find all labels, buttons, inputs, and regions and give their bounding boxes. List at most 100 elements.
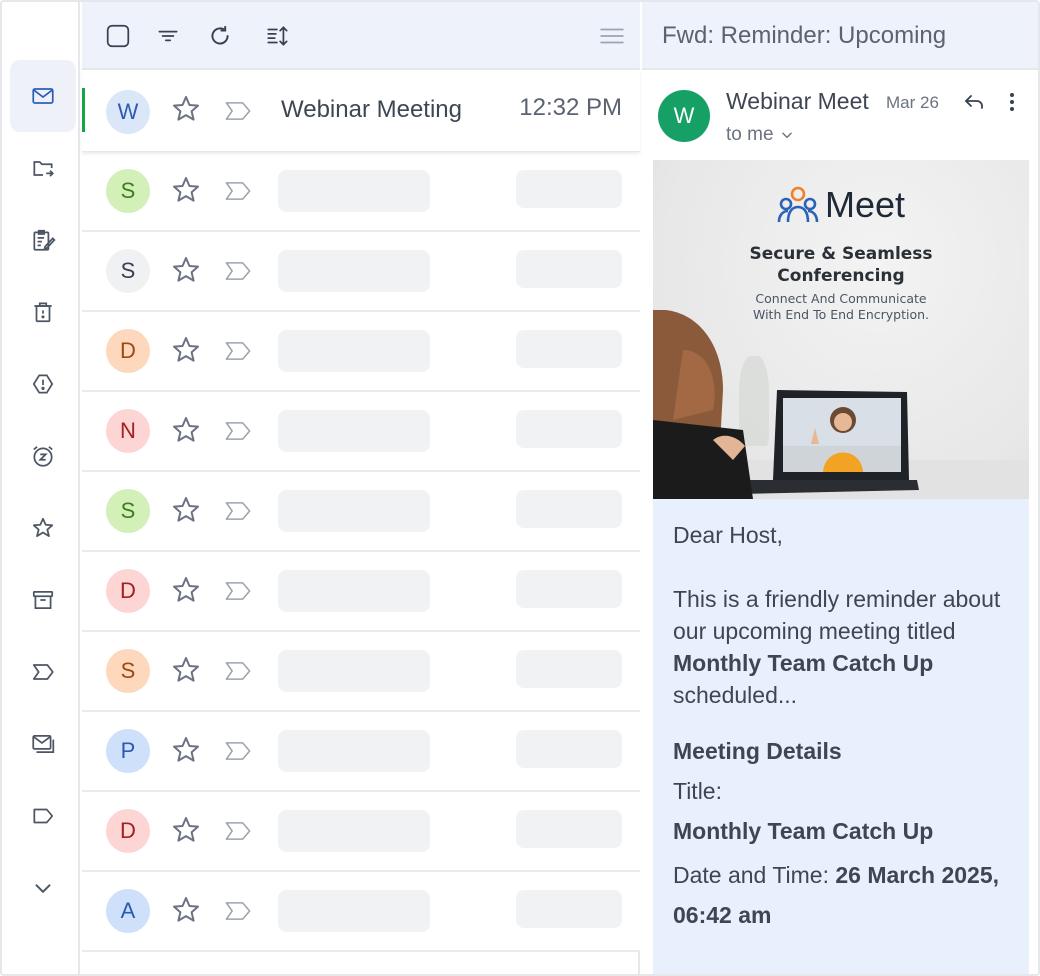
body-intro-end: scheduled... [673, 682, 798, 708]
sidebar-more-button[interactable] [10, 852, 76, 924]
sidebar-item-starred[interactable] [10, 492, 76, 564]
reply-icon[interactable] [962, 90, 986, 114]
banner-headline: Secure & Seamless Conferencing [653, 243, 1029, 287]
sidebar-item-archive[interactable] [10, 564, 76, 636]
chevron-down-icon [781, 132, 792, 139]
body-greeting: Dear Host, [673, 522, 783, 548]
sidebar-item-snoozed[interactable] [10, 420, 76, 492]
avatar: D [106, 329, 150, 373]
list-item[interactable]: D [82, 792, 640, 872]
time-placeholder [516, 650, 622, 688]
subject-placeholder [278, 570, 430, 612]
sidebar-item-spam[interactable] [10, 348, 76, 420]
important-marker-icon[interactable] [224, 419, 252, 443]
list-item-selected[interactable]: W Webinar Meeting 12:32 PM [82, 70, 640, 152]
subject-placeholder [278, 410, 430, 452]
sender-name[interactable]: Webinar Meet [726, 88, 869, 115]
message-time: 12:32 PM [519, 94, 622, 121]
meet-logo-icon [777, 186, 819, 223]
sender-avatar: W [658, 90, 710, 142]
filter-icon [158, 30, 178, 42]
avatar: P [106, 729, 150, 773]
avatar: S [106, 489, 150, 533]
subject-placeholder [278, 810, 430, 852]
star-icon[interactable] [170, 814, 202, 846]
star-icon[interactable] [170, 334, 202, 366]
important-marker-icon[interactable] [224, 579, 252, 603]
time-placeholder [516, 170, 622, 208]
list-menu-button[interactable] [598, 22, 626, 50]
list-item[interactable]: P [82, 712, 640, 792]
message-date: Mar 26 [886, 93, 939, 112]
important-marker-icon[interactable] [224, 259, 252, 283]
subject-placeholder [278, 330, 430, 372]
star-icon[interactable] [170, 734, 202, 766]
star-icon[interactable] [170, 254, 202, 286]
important-marker-icon[interactable] [224, 659, 252, 683]
star-icon[interactable] [170, 414, 202, 446]
banner-headline-line1: Secure & Seamless [749, 244, 933, 264]
time-placeholder [516, 410, 622, 448]
time-placeholder [516, 570, 622, 608]
avatar: S [106, 649, 150, 693]
important-icon [32, 664, 54, 680]
sidebar-item-all-mail[interactable] [10, 708, 76, 780]
filter-button[interactable] [154, 22, 182, 50]
sidebar [2, 2, 80, 974]
star-icon[interactable] [170, 174, 202, 206]
move-to-folder-icon [33, 161, 54, 177]
list-item[interactable]: S [82, 232, 640, 312]
avatar: W [106, 90, 150, 134]
important-marker-icon[interactable] [224, 179, 252, 203]
subject-placeholder [278, 250, 430, 292]
list-item[interactable]: N [82, 392, 640, 472]
body-meeting-name: Monthly Team Catch Up [673, 650, 934, 676]
time-placeholder [516, 330, 622, 368]
star-icon[interactable] [170, 494, 202, 526]
sidebar-item-important[interactable] [10, 636, 76, 708]
avatar: S [106, 249, 150, 293]
sidebar-item-move[interactable] [10, 132, 76, 204]
time-placeholder [516, 250, 622, 288]
star-icon[interactable] [170, 894, 202, 926]
mail-app-window: W Webinar Meeting 12:32 PM SSDNSDSPDA Fw… [0, 0, 1040, 976]
important-marker-icon[interactable] [224, 499, 252, 523]
trash-icon [34, 302, 52, 323]
important-marker-icon[interactable] [224, 819, 252, 843]
important-marker-icon[interactable] [224, 899, 252, 923]
sort-button[interactable] [264, 22, 292, 50]
list-item[interactable]: S [82, 472, 640, 552]
refresh-button[interactable] [206, 22, 234, 50]
spam-icon [32, 374, 54, 394]
reading-pane-header: Fwd: Reminder: Upcoming [642, 2, 1038, 70]
list-item[interactable]: D [82, 552, 640, 632]
star-icon[interactable] [170, 93, 202, 125]
inbox-icon [32, 88, 54, 104]
recipient-toggle[interactable]: to me [726, 124, 794, 146]
sidebar-item-labels[interactable] [10, 780, 76, 852]
important-marker-icon[interactable] [224, 99, 252, 123]
star-icon[interactable] [170, 654, 202, 686]
select-all-checkbox[interactable] [104, 22, 132, 50]
list-item[interactable]: D [82, 312, 640, 392]
list-toolbar [82, 2, 640, 70]
message-subject: Webinar Meeting [281, 96, 462, 123]
time-placeholder [516, 730, 622, 768]
subject-placeholder [278, 890, 430, 932]
important-marker-icon[interactable] [224, 339, 252, 363]
list-item[interactable]: S [82, 632, 640, 712]
subject-placeholder [278, 730, 430, 772]
body-intro: This is a friendly reminder about our up… [673, 583, 1009, 711]
email-banner-image: Meet Secure & Seamless Conferencing Conn… [653, 160, 1029, 499]
sidebar-item-inbox[interactable] [10, 60, 76, 132]
banner-headline-line2: Conferencing [777, 266, 905, 286]
list-item[interactable]: S [82, 152, 640, 232]
star-icon[interactable] [170, 574, 202, 606]
important-marker-icon[interactable] [224, 739, 252, 763]
list-item[interactable]: A [82, 872, 640, 952]
time-placeholder [516, 490, 622, 528]
more-options-icon[interactable] [1002, 90, 1022, 114]
sidebar-item-drafts[interactable] [10, 204, 76, 276]
avatar: D [106, 569, 150, 613]
sidebar-item-trash[interactable] [10, 276, 76, 348]
